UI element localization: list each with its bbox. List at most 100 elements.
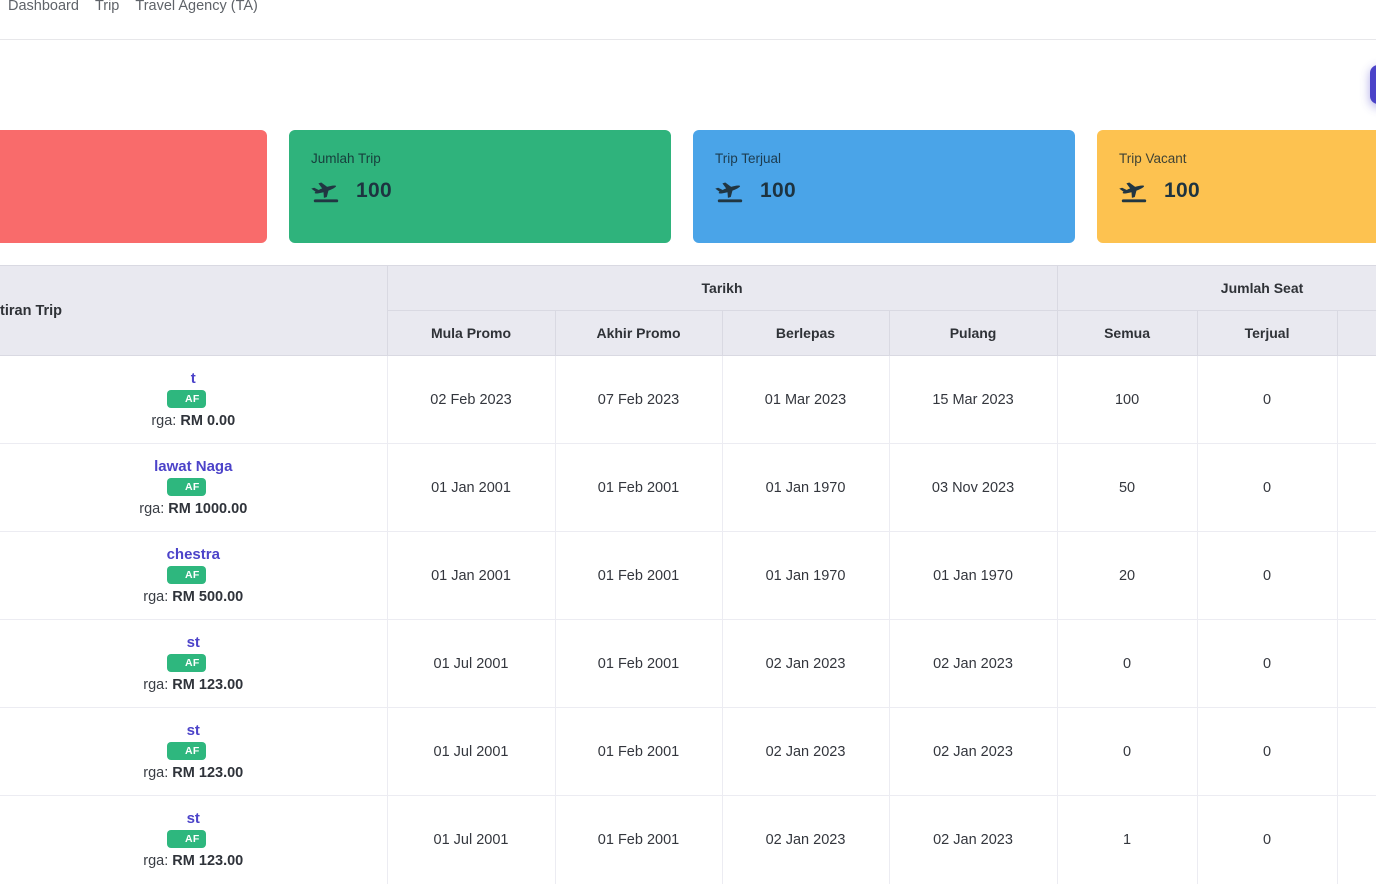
price-value: RM 123.00 [172, 765, 243, 781]
trip-name-link[interactable]: t [191, 370, 196, 387]
cell-pulang: 02 Jan 2023 [889, 708, 1057, 796]
column-header-akhir-promo: Akhir Promo [555, 311, 722, 356]
plane-departure-icon [715, 178, 745, 203]
badge-line: AF [0, 566, 387, 584]
status-badge: AF [167, 566, 206, 584]
cell-akhir-promo: 01 Feb 2001 [555, 620, 722, 708]
plane-departure-icon [311, 178, 341, 203]
trip-price: rga: RM 123.00 [0, 853, 387, 869]
table-row: st AF rga: RM 123.00 01 Jul 2001 01 Feb … [0, 620, 1376, 708]
cell-seat-terjual: 0 [1197, 796, 1337, 884]
stat-card: Trip Vacant 100 [1097, 130, 1376, 243]
price-value: RM 123.00 [172, 677, 243, 693]
stat-card-value: 100 [356, 179, 392, 203]
cell-seat-semua: 50 [1057, 444, 1197, 532]
cell-mula-promo: 01 Jul 2001 [387, 708, 555, 796]
cell-berlepas: 02 Jan 2023 [722, 796, 889, 884]
cell-seat-semua: 0 [1057, 708, 1197, 796]
column-header-terjual: Terjual [1197, 311, 1337, 356]
stat-card-value-row: 100 [311, 178, 649, 203]
stat-card: Jumlah Trip 100 [289, 130, 671, 243]
cell-akhir-promo: 01 Feb 2001 [555, 796, 722, 884]
table-row: st AF rga: RM 123.00 01 Jul 2001 01 Feb … [0, 708, 1376, 796]
price-label: rga: [139, 501, 164, 517]
stat-card-label: Trip Terjual [715, 151, 1053, 166]
trips-table-body: t AF rga: RM 0.00 02 Feb 2023 07 Feb 202… [0, 356, 1376, 884]
trip-details-cell: t AF rga: RM 0.00 [0, 356, 387, 444]
column-group-tarikh: Tarikh [387, 266, 1057, 311]
price-value: RM 123.00 [172, 853, 243, 869]
price-label: rga: [143, 589, 168, 605]
cell-seat-terjual: 0 [1197, 620, 1337, 708]
cell-mula-promo: 01 Jan 2001 [387, 532, 555, 620]
cell-mula-promo: 01 Jul 2001 [387, 620, 555, 708]
table-row: st AF rga: RM 123.00 01 Jul 2001 01 Feb … [0, 796, 1376, 884]
trip-name-link[interactable]: chestra [167, 546, 220, 563]
cell-akhir-promo: 01 Feb 2001 [555, 444, 722, 532]
cell-pulang: 02 Jan 2023 [889, 796, 1057, 884]
stat-card-value-row: 100 [715, 178, 1053, 203]
cell-pulang: 03 Nov 2023 [889, 444, 1057, 532]
trip-details-cell: st AF rga: RM 123.00 [0, 620, 387, 708]
trips-table-container: tiran Trip Tarikh Jumlah Seat Mula Promo… [0, 265, 1376, 884]
breadcrumb: Dashboard Trip Travel Agency (TA) [8, 0, 258, 14]
badge-line: AF [0, 742, 387, 760]
stat-card: Trip Terjual 100 [693, 130, 1075, 243]
price-label: rga: [143, 853, 168, 869]
stat-card [0, 130, 267, 243]
cell-seat-extra [1337, 356, 1376, 444]
badge-line: AF [0, 654, 387, 672]
cell-seat-extra [1337, 708, 1376, 796]
breadcrumb-item-trip[interactable]: Trip [95, 0, 119, 14]
trip-price: rga: RM 1000.00 [0, 501, 387, 517]
cell-pulang: 01 Jan 1970 [889, 532, 1057, 620]
cell-mula-promo: 01 Jan 2001 [387, 444, 555, 532]
trip-price: rga: RM 500.00 [0, 589, 387, 605]
trip-name-link[interactable]: st [187, 722, 200, 739]
column-group-jumlah-seat: Jumlah Seat [1057, 266, 1376, 311]
price-label: rga: [143, 765, 168, 781]
trip-name-link[interactable]: st [187, 634, 200, 651]
cell-mula-promo: 01 Jul 2001 [387, 796, 555, 884]
trip-details-cell: st AF rga: RM 123.00 [0, 796, 387, 884]
add-button[interactable] [1370, 65, 1376, 104]
column-header-semua: Semua [1057, 311, 1197, 356]
cell-pulang: 02 Jan 2023 [889, 620, 1057, 708]
cell-seat-terjual: 0 [1197, 532, 1337, 620]
cell-seat-extra [1337, 444, 1376, 532]
plane-departure-icon [1119, 178, 1149, 203]
breadcrumb-item-dashboard[interactable]: Dashboard [8, 0, 79, 14]
cell-berlepas: 02 Jan 2023 [722, 708, 889, 796]
cell-akhir-promo: 01 Feb 2001 [555, 708, 722, 796]
stat-card-value: 100 [1164, 179, 1200, 203]
trip-name-link[interactable]: lawat Naga [154, 458, 232, 475]
badge-line: AF [0, 390, 387, 408]
price-label: rga: [151, 413, 176, 429]
cell-seat-terjual: 0 [1197, 356, 1337, 444]
trip-price: rga: RM 123.00 [0, 677, 387, 693]
cell-berlepas: 01 Jan 1970 [722, 532, 889, 620]
table-row: chestra AF rga: RM 500.00 01 Jan 2001 01… [0, 532, 1376, 620]
trip-price: rga: RM 0.00 [0, 413, 387, 429]
column-header-seat-extra [1337, 311, 1376, 356]
stat-cards-row: Jumlah Trip 100 Trip Terjual [0, 130, 1376, 243]
column-header-trip-details: tiran Trip [0, 266, 387, 356]
top-navigation-bar: Dashboard Trip Travel Agency (TA) [0, 0, 1376, 40]
breadcrumb-item-travel-agency[interactable]: Travel Agency (TA) [135, 0, 257, 14]
stat-card-label: Trip Vacant [1119, 151, 1376, 166]
cell-seat-extra [1337, 796, 1376, 884]
stat-card-label: Jumlah Trip [311, 151, 649, 166]
price-value: RM 0.00 [180, 413, 235, 429]
table-row: t AF rga: RM 0.00 02 Feb 2023 07 Feb 202… [0, 356, 1376, 444]
badge-line: AF [0, 830, 387, 848]
status-badge: AF [167, 478, 206, 496]
cell-seat-semua: 20 [1057, 532, 1197, 620]
price-value: RM 500.00 [172, 589, 243, 605]
trip-name-link[interactable]: st [187, 810, 200, 827]
cell-seat-semua: 100 [1057, 356, 1197, 444]
trip-details-cell: chestra AF rga: RM 500.00 [0, 532, 387, 620]
trips-table: tiran Trip Tarikh Jumlah Seat Mula Promo… [0, 265, 1376, 884]
status-badge: AF [167, 654, 206, 672]
price-label: rga: [143, 677, 168, 693]
column-header-pulang: Pulang [889, 311, 1057, 356]
